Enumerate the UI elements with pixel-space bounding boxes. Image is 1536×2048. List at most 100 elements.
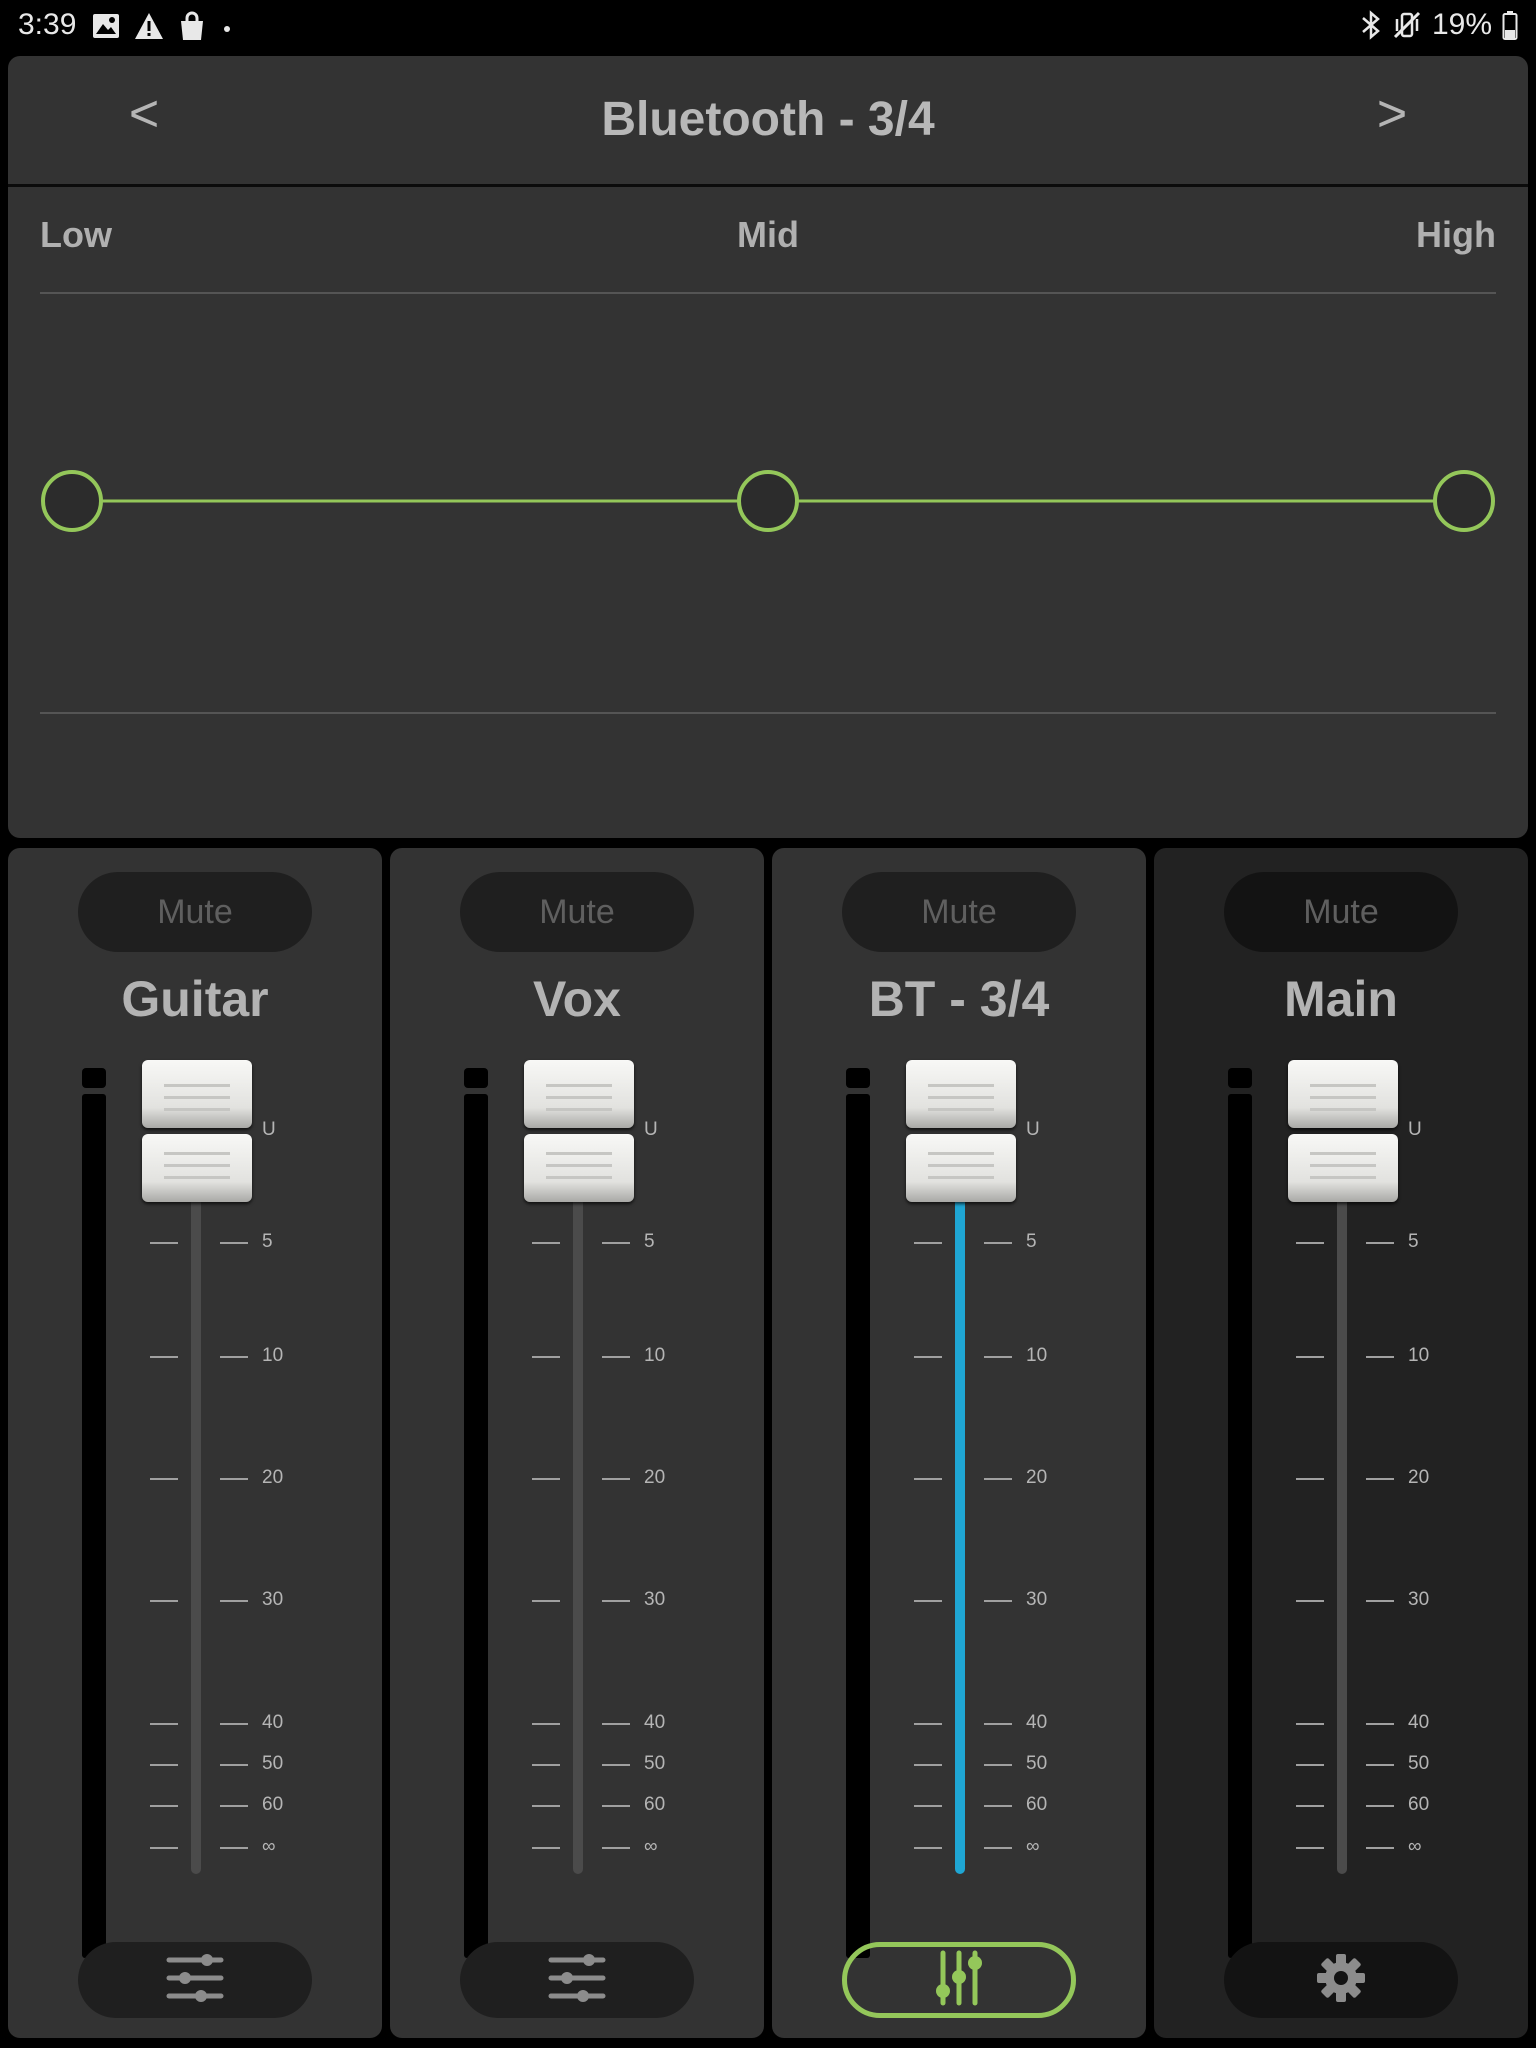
scale-tick <box>602 1356 630 1358</box>
scale-tick <box>150 1764 178 1766</box>
status-bar: 3:39 19% <box>0 0 1536 52</box>
scale-tick <box>220 1356 248 1358</box>
fader-handle[interactable] <box>906 1060 1016 1204</box>
scale-label: 10 <box>644 1345 666 1366</box>
scale-tick <box>984 1764 1012 1766</box>
mute-button[interactable]: Mute <box>460 872 694 952</box>
channel-name: Vox <box>533 971 621 1027</box>
scale-label: 30 <box>1408 1589 1430 1610</box>
clip-indicator <box>464 1068 488 1088</box>
scale-tick <box>220 1478 248 1480</box>
scale-tick <box>914 1242 942 1244</box>
scale-tick <box>1366 1242 1394 1244</box>
channel-settings-button[interactable] <box>78 1942 312 2018</box>
scale-label: 20 <box>262 1467 284 1488</box>
fader-handle[interactable] <box>142 1060 252 1204</box>
scale-label: U <box>262 1119 276 1140</box>
channel-settings-button[interactable] <box>460 1942 694 2018</box>
scale-tick <box>1366 1600 1394 1602</box>
eq-bottom-divider <box>40 712 1496 714</box>
scale-label: 10 <box>1408 1345 1430 1366</box>
scale-tick <box>984 1356 1012 1358</box>
fader-handle[interactable] <box>1288 1060 1398 1204</box>
scale-tick <box>1366 1805 1394 1807</box>
scale-tick <box>220 1847 248 1849</box>
scale-label: 50 <box>644 1753 666 1774</box>
battery-icon <box>1502 10 1518 40</box>
scale-tick <box>150 1847 178 1849</box>
next-channel-button[interactable]: > <box>1352 84 1432 144</box>
clip-indicator <box>82 1068 106 1088</box>
scale-label: 40 <box>1408 1712 1430 1733</box>
level-meter <box>82 1094 106 1958</box>
sliders-icon <box>165 1952 225 2009</box>
scale-label: 60 <box>262 1794 284 1815</box>
scale-tick <box>532 1242 560 1244</box>
eq-node-low[interactable] <box>41 470 103 532</box>
scale-tick <box>532 1600 560 1602</box>
scale-tick <box>914 1723 942 1725</box>
scale-label: 5 <box>262 1231 273 1252</box>
scale-label: 50 <box>1408 1753 1430 1774</box>
clip-indicator <box>1228 1068 1252 1088</box>
scale-tick <box>602 1723 630 1725</box>
level-meter <box>1228 1094 1252 1958</box>
scale-tick <box>1296 1723 1324 1725</box>
scale-tick <box>1296 1600 1324 1602</box>
fader-track[interactable] <box>955 1184 965 1874</box>
mute-button[interactable]: Mute <box>842 872 1076 952</box>
scale-tick <box>984 1600 1012 1602</box>
mute-button[interactable]: Mute <box>78 872 312 952</box>
scale-tick <box>1296 1764 1324 1766</box>
scale-tick <box>1366 1356 1394 1358</box>
scale-label: 60 <box>1026 1794 1048 1815</box>
scale-tick <box>914 1805 942 1807</box>
scale-label: 60 <box>644 1794 666 1815</box>
band-label-high: High <box>1416 214 1496 255</box>
warning-icon <box>134 12 164 40</box>
scale-tick <box>1296 1242 1324 1244</box>
scale-label: 10 <box>262 1345 284 1366</box>
eq-node-mid[interactable] <box>737 470 799 532</box>
scale-label: 30 <box>644 1589 666 1610</box>
main-settings-button[interactable] <box>1224 1942 1458 2018</box>
fader-track[interactable] <box>1337 1184 1347 1874</box>
mute-button[interactable]: Mute <box>1224 872 1458 952</box>
scale-tick <box>984 1242 1012 1244</box>
sliders-icon <box>547 1952 607 2009</box>
eq-header: < Bluetooth - 3/4 > <box>8 56 1528 187</box>
gear-icon <box>1315 1952 1367 2009</box>
scale-label: 40 <box>644 1712 666 1733</box>
eq-node-high[interactable] <box>1433 470 1495 532</box>
scale-tick <box>532 1478 560 1480</box>
scale-label: 60 <box>1408 1794 1430 1815</box>
scale-label: 20 <box>1026 1467 1048 1488</box>
fader-handle[interactable] <box>524 1060 634 1204</box>
scale-label: 40 <box>262 1712 284 1733</box>
scale-tick <box>150 1600 178 1602</box>
scale-label: 5 <box>644 1231 655 1252</box>
scale-tick <box>602 1764 630 1766</box>
fader-track[interactable] <box>573 1184 583 1874</box>
scale-tick <box>984 1723 1012 1725</box>
scale-tick <box>150 1723 178 1725</box>
scale-label: ∞ <box>262 1836 276 1857</box>
fader-track[interactable] <box>191 1184 201 1874</box>
band-label-mid: Mid <box>737 214 799 255</box>
scale-tick <box>220 1764 248 1766</box>
scale-tick <box>984 1847 1012 1849</box>
channel-strip-guitar: Mute Guitar U 5 10 20 30 40 50 60 ∞ <box>8 848 382 2038</box>
channel-name: Guitar <box>121 971 269 1027</box>
bluetooth-icon <box>1360 10 1382 40</box>
gallery-icon <box>92 13 120 39</box>
shopping-bag-icon <box>178 11 206 41</box>
mixer-view-button[interactable] <box>842 1942 1076 2018</box>
scale-tick <box>1296 1805 1324 1807</box>
channel-name: Main <box>1284 971 1398 1027</box>
scale-tick <box>1296 1847 1324 1849</box>
scale-tick <box>1366 1847 1394 1849</box>
scale-tick <box>220 1242 248 1244</box>
scale-label: 5 <box>1408 1231 1419 1252</box>
scale-label: U <box>644 1119 658 1140</box>
scale-tick <box>150 1805 178 1807</box>
